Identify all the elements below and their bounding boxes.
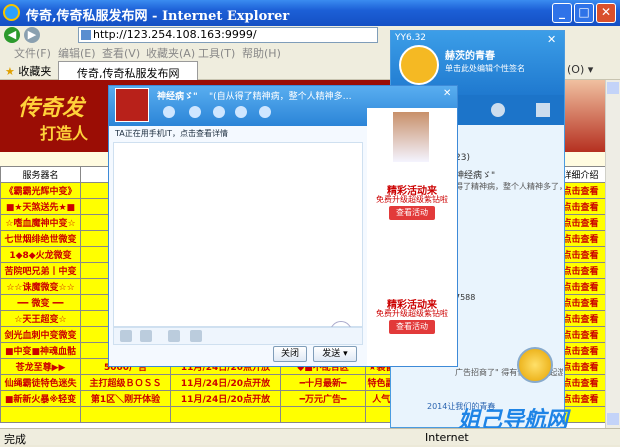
minimize-button[interactable]: _ <box>552 3 572 23</box>
mobile-notice[interactable]: TA正在用手机IT，点击查看详情 <box>115 128 365 142</box>
qq-version: YY6.32 <box>395 33 427 43</box>
status-bar: 完成 Internet <box>0 428 620 446</box>
chat-ad-panel: 精彩活动来 免费升级超级紫钻啦 查看活动 精彩活动来 免费升级超级紫钻啦 查看活… <box>367 108 457 366</box>
table-cell: 11月/24日/20点开放 <box>170 374 281 391</box>
header-cell: 服务器名 <box>0 166 81 183</box>
table-cell: ━万元广告━ <box>280 390 366 407</box>
qq-number: 7588 <box>455 293 476 302</box>
forward-button[interactable]: ▶ <box>24 27 40 43</box>
address-url: http://123.254.108.163:9999/ <box>93 28 257 41</box>
contacts-tab-icon[interactable] <box>491 103 505 117</box>
menu-favorites[interactable]: 收藏夹(A) <box>146 45 195 61</box>
table-cell: ■新新火暴※轻变 <box>0 390 81 407</box>
site-logo-sub: 打造人 <box>40 124 89 143</box>
table-cell <box>170 406 281 423</box>
table-cell <box>280 406 366 423</box>
scroll-down-button[interactable] <box>607 413 619 425</box>
video-icon[interactable] <box>163 106 175 118</box>
favorites-button[interactable]: ★ 收藏夹 <box>5 63 51 79</box>
mascot-icon[interactable] <box>517 347 553 383</box>
table-cell: ━十月最新━ <box>280 374 366 391</box>
table-cell: 第1区＼刚开体验 <box>80 390 171 407</box>
apps-tab-icon[interactable] <box>536 103 550 117</box>
table-cell: 苍龙至尊▶▶ <box>0 358 81 375</box>
apps-icon[interactable] <box>259 106 271 118</box>
qq-close-icon[interactable]: ✕ <box>547 33 556 46</box>
table-cell: ☆天王超变☆ <box>0 310 81 327</box>
menu-tools[interactable]: 工具(T) <box>198 45 235 61</box>
table-cell: 《霸霸光辉中变》 <box>0 182 81 199</box>
table-cell: 主打超级ＢＯＳＳ <box>80 374 171 391</box>
scroll-up-button[interactable] <box>607 82 619 94</box>
table-cell: 苦院吧兄弟丨中变 <box>0 262 81 279</box>
table-cell: ■中变■神魂血骷 <box>0 342 81 359</box>
banner-image <box>560 80 605 152</box>
table-cell: 1◆8◆火龙微变 <box>0 246 81 263</box>
menu-help[interactable]: 帮助(H) <box>242 45 281 61</box>
ad-button-1[interactable]: 查看活动 <box>389 206 435 220</box>
page-icon <box>81 30 91 40</box>
ie-logo-icon <box>3 4 20 21</box>
contact-name: 神经病ゞ" <box>157 92 201 102</box>
table-cell <box>0 406 81 423</box>
table-cell: 剑光血刺中变微变 <box>0 326 81 343</box>
menu-file[interactable]: 文件(F) <box>14 45 51 61</box>
voice-icon[interactable] <box>189 106 201 118</box>
chat-close-icon[interactable]: ✕ <box>443 88 451 99</box>
chat-window: 神经病ゞ" "(自从得了精神病，整个人精神多… ✕ TA正在用手机IT，点击查看… <box>108 85 458 367</box>
ad-sub-1: 免费升级超级紫钻啦 <box>376 195 448 204</box>
message-area[interactable] <box>113 142 363 343</box>
table-cell <box>80 406 171 423</box>
share-icon[interactable] <box>235 106 247 118</box>
qq-nickname: 赫茨的青春 <box>445 51 495 62</box>
user-avatar[interactable] <box>399 45 439 85</box>
ad-sub-2: 免费升级超级紫钻啦 <box>376 309 448 318</box>
site-logo: 传奇发 <box>18 95 85 121</box>
page-menu-button[interactable]: (O) ▾ <box>567 63 593 76</box>
table-cell: 11月/24日/20点开放 <box>170 390 281 407</box>
image-icon[interactable] <box>168 330 180 342</box>
ad-button-2[interactable]: 查看活动 <box>389 320 435 334</box>
qq-msg-name: 神经病ゞ" <box>455 171 499 181</box>
maximize-button[interactable]: □ <box>574 3 594 23</box>
file-icon[interactable] <box>213 106 225 118</box>
table-cell: ━━ 微变 ━━ <box>0 294 81 311</box>
address-bar[interactable]: http://123.254.108.163:9999/ <box>78 27 378 43</box>
emoji-icon[interactable] <box>120 330 132 342</box>
table-cell: ■★天煞送先★■ <box>0 198 81 215</box>
chat-close-button[interactable]: 关闭 <box>273 346 307 362</box>
input-toolbar <box>113 327 363 345</box>
window-title: 传奇,传奇私服发布网 - Internet Explorer <box>26 9 290 24</box>
close-button[interactable]: ✕ <box>596 3 616 23</box>
screenshot-icon[interactable] <box>140 330 152 342</box>
zone-text: Internet <box>425 431 469 444</box>
table-cell: ☆☆诛魔微变☆☆ <box>0 278 81 295</box>
contact-avatar[interactable] <box>115 88 149 122</box>
browser-tab[interactable]: 传奇,传奇私服发布网 <box>58 61 198 80</box>
page-scrollbar[interactable] <box>605 80 620 428</box>
contact-signature: "(自从得了精神病，整个人精神多… <box>209 92 352 102</box>
history-icon[interactable] <box>190 330 202 342</box>
star-icon: ★ <box>5 65 15 78</box>
menu-view[interactable]: 查看(V) <box>102 45 140 61</box>
qq-signature[interactable]: 单击此处编辑个性签名 <box>445 63 525 74</box>
window-titlebar: 传奇,传奇私服发布网 - Internet Explorer _ □ ✕ <box>0 0 620 26</box>
send-button[interactable]: 发送 ▾ <box>313 346 357 362</box>
qq-msg-text: 得了精神病，整个人精神多了，呦呦 <box>455 182 565 191</box>
table-cell: 七世烟绯绝世微变 <box>0 230 81 247</box>
table-cell: ☆嗜血魔神中变☆ <box>0 214 81 231</box>
menu-edit[interactable]: 编辑(E) <box>58 45 96 61</box>
avatar-figure-1 <box>393 112 429 162</box>
back-button[interactable]: ◀ <box>4 27 20 43</box>
table-cell: 仙绳霸徒特色迷失 <box>0 374 81 391</box>
